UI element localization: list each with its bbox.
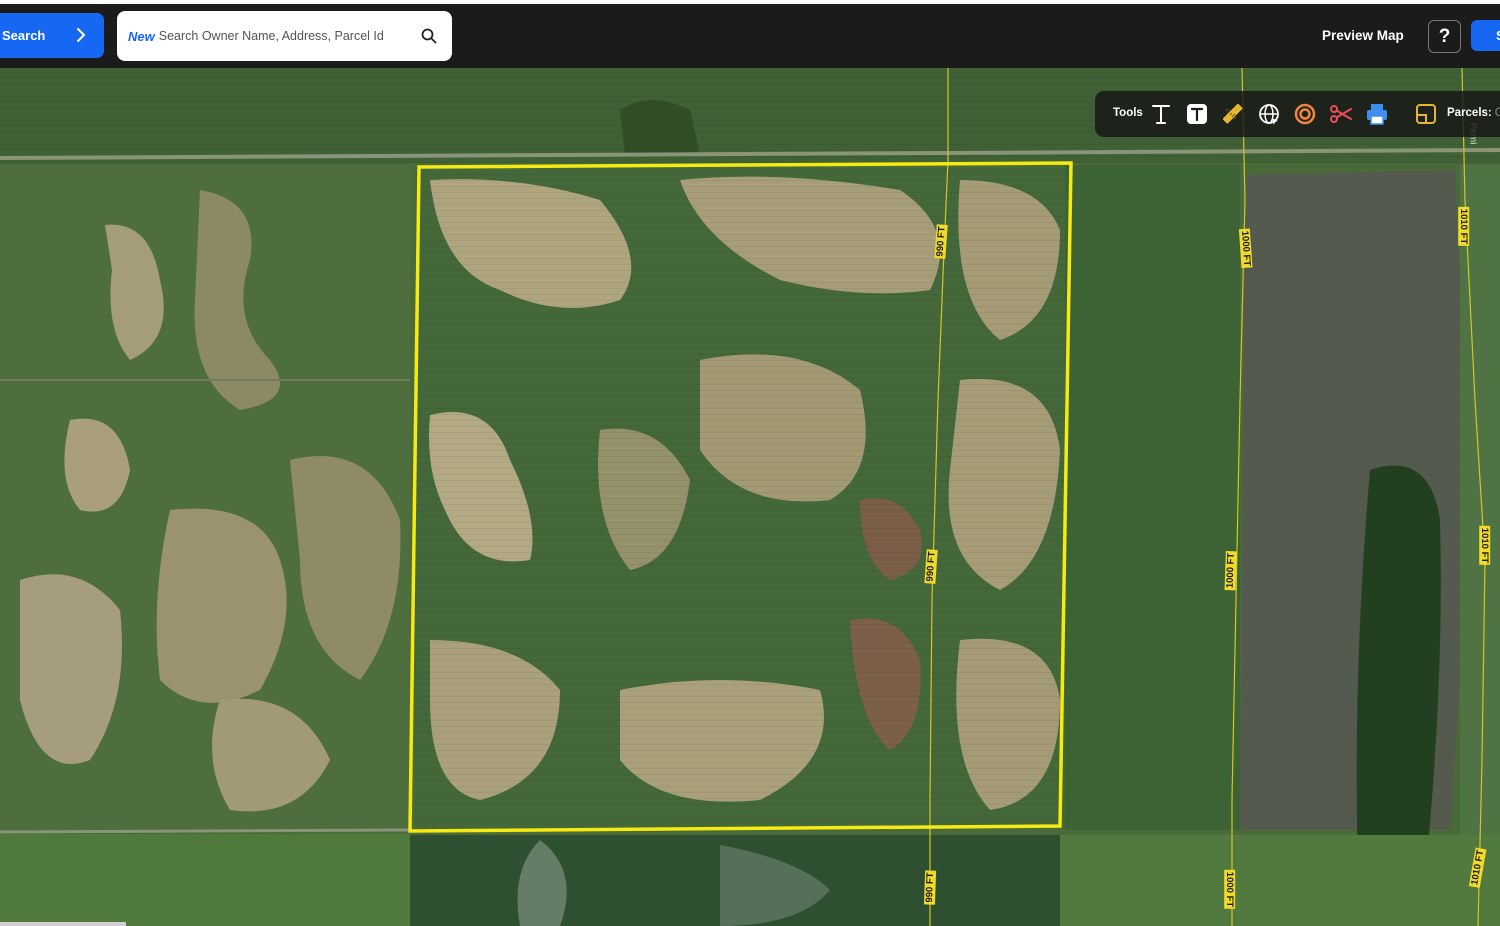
text-box-tool-button[interactable] [1184,101,1210,127]
print-tool-button[interactable] [1364,101,1390,127]
parcels-layer-button[interactable] [1413,101,1439,127]
scissors-icon [1330,105,1352,123]
dim-label-1010-mid: 1010 FT [1479,525,1491,566]
search-input[interactable] [158,29,414,43]
map-toolbar: Tools Parcels:On [1095,91,1500,137]
tools-label: Tools [1113,107,1143,119]
satellite-basemap [0,68,1500,926]
search-bar[interactable]: New [117,11,452,61]
globe-icon [1259,104,1279,125]
printer-icon [1367,104,1387,125]
east-woodland [1065,165,1240,830]
parcel-layer-icon [1416,104,1436,124]
parcels-value: On [1494,107,1500,119]
save-button[interactable]: Save [1471,20,1500,51]
horizontal-scrollbar[interactable] [0,922,126,926]
dim-label-1000-mid: 1000 FT [1224,550,1237,591]
text-tool-button[interactable] [1148,101,1174,127]
search-icon[interactable] [420,27,438,45]
top-header: Search New Preview Map ? Save [0,4,1500,68]
parcels-label: Parcels: [1447,107,1492,119]
search-button-label: Search [2,28,46,43]
dim-label-1010-top: 1010 FT [1458,206,1470,247]
text-icon [1152,105,1170,124]
text-box-icon [1187,104,1207,124]
buffer-ring-icon [1294,103,1316,125]
new-badge: New [128,28,155,44]
dim-label-1000-bottom: 1000 FT [1224,869,1236,910]
globe-tool-button[interactable] [1256,101,1282,127]
help-button[interactable]: ? [1428,20,1461,53]
preview-map-button[interactable]: Preview Map [1322,28,1404,43]
buffer-tool-button[interactable] [1292,101,1318,127]
ruler-icon [1222,103,1243,124]
search-button[interactable]: Search [0,13,104,58]
chevron-right-icon [77,28,85,42]
split-tool-button[interactable] [1328,101,1354,127]
map-canvas[interactable]: 990 FT 990 FT 990 FT 1000 FT 1000 FT 100… [0,68,1500,926]
road-south [0,828,411,834]
parcels-toggle[interactable]: Parcels:On [1447,107,1500,119]
dim-label-990-bottom: 990 FT [923,870,937,905]
measure-tool-button[interactable] [1220,101,1246,127]
